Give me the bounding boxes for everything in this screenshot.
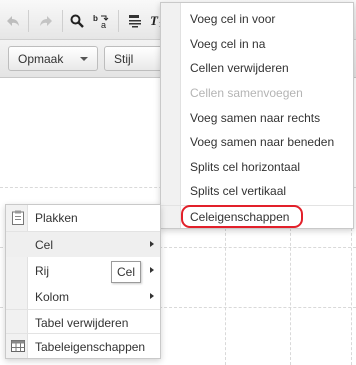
menu-item-paste[interactable]: Plakken [6, 205, 160, 230]
menu-item-label: Tabel verwijderen [35, 315, 129, 330]
menu-item-label: Cellen verwijderen [190, 60, 289, 75]
paste-icon [12, 210, 24, 228]
style-dropdown-label: Stijl [114, 51, 134, 66]
menu-item-merge-down[interactable]: Voeg samen naar beneden [161, 129, 353, 154]
menu-item-label: Voeg samen naar beneden [190, 134, 335, 149]
menu-item-label: Cellen samenvoegen [190, 85, 303, 100]
table-icon [11, 340, 25, 355]
find-icon[interactable] [66, 10, 88, 32]
menu-item-label: Splits cel horizontaal [190, 159, 301, 174]
highlight-circle [181, 205, 303, 228]
style-dropdown[interactable]: Stijl [104, 46, 168, 71]
tooltip: Cel [111, 261, 142, 283]
chevron-right-icon [150, 293, 154, 299]
menu-item-label: Voeg cel in na [190, 36, 266, 51]
menu-item-label: Voeg cel in voor [190, 11, 276, 26]
format-dropdown-label: Opmaak [18, 51, 64, 66]
menu-item-label: Cel [35, 237, 54, 252]
menu-item-label: Plakken [35, 210, 78, 225]
chevron-right-icon [150, 241, 154, 247]
menu-item-merge-right[interactable]: Voeg samen naar rechts [161, 105, 353, 130]
chevron-right-icon [150, 267, 154, 273]
menu-item-label: Tabeleigenschappen [35, 339, 146, 354]
format-dropdown[interactable]: Opmaak [8, 46, 98, 71]
menu-item-split-vertical[interactable]: Splits cel vertikaal [161, 178, 353, 203]
menu-item-label: Voeg samen naar rechts [190, 110, 321, 125]
menu-item-insert-cell-after[interactable]: Voeg cel in na [161, 31, 353, 56]
svg-text:a: a [101, 20, 106, 29]
menu-item-insert-cell-before[interactable]: Voeg cel in voor [161, 6, 353, 31]
menu-item-column[interactable]: Kolom [6, 284, 160, 309]
svg-text:b: b [93, 14, 98, 23]
paste-as-text-icon[interactable] [124, 10, 146, 32]
cell-submenu: Voeg cel in voor Voeg cel in na Cellen v… [160, 2, 354, 229]
menu-item-label: Splits cel vertikaal [190, 183, 287, 198]
menu-item-table-properties[interactable]: Tabeleigenschappen [6, 334, 160, 359]
menu-item-merge-cells: Cellen samenvoegen [161, 80, 353, 105]
menu-item-delete-table[interactable]: Tabel verwijderen [6, 310, 160, 335]
svg-text:T: T [150, 14, 159, 28]
menu-item-label: Kolom [35, 289, 70, 304]
chevron-down-icon [80, 57, 88, 61]
menu-item-delete-cells[interactable]: Cellen verwijderen [161, 55, 353, 80]
find-replace-icon[interactable]: ba [90, 10, 112, 32]
redo-icon[interactable] [35, 10, 57, 32]
menu-item-cell[interactable]: Cel [6, 232, 160, 257]
menu-item-label: Rij [35, 263, 49, 278]
menu-item-split-horizontal[interactable]: Splits cel horizontaal [161, 154, 353, 179]
undo-icon[interactable] [2, 10, 24, 32]
